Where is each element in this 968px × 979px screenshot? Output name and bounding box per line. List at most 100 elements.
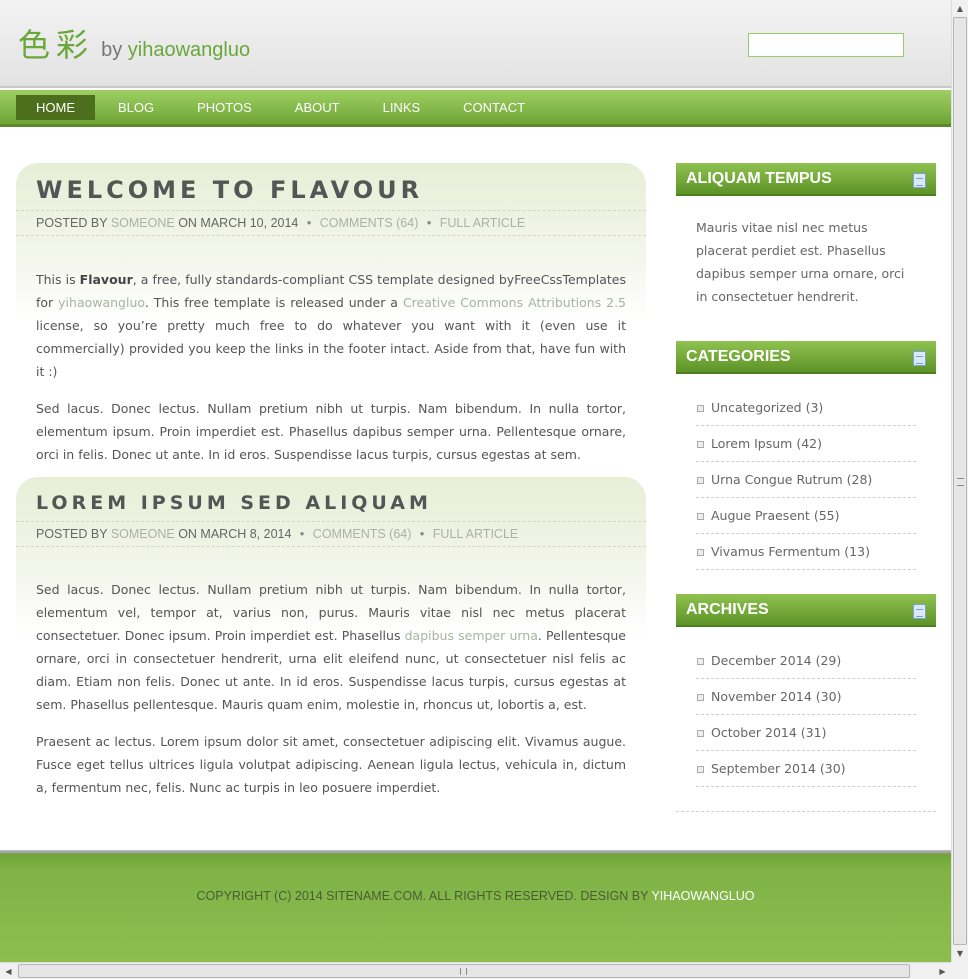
logo-byline: by yihaowangluo [101, 39, 250, 61]
nav-link-contact[interactable]: CONTACT [443, 95, 545, 120]
scrollbar-corner [951, 962, 968, 979]
document-icon [913, 351, 926, 366]
nav-item-blog[interactable]: BLOG [98, 95, 177, 120]
logo-chinese-text: 色彩 [18, 26, 95, 64]
archive-count: (30) [819, 761, 846, 776]
nav-link-blog[interactable]: BLOG [98, 95, 174, 120]
footer-text: COPYRIGHT (C) 2014 SITENAME.COM. ALL RIG… [196, 889, 652, 903]
posted-by-label: POSTED BY [36, 527, 108, 541]
post-meta: POSTED BY SOMEONE ON MARCH 10, 2014 • CO… [16, 210, 646, 236]
license-link[interactable]: Creative Commons Attributions 2.5 [403, 295, 626, 310]
site-logo[interactable]: 色彩 by yihaowangluo [18, 20, 250, 66]
archive-count: (29) [815, 653, 842, 668]
post-paragraph: Sed lacus. Donec lectus. Nullam pretium … [36, 401, 626, 462]
archive-item[interactable]: September 2014 (30) [696, 751, 916, 787]
scroll-left-arrow-icon[interactable]: ◀ [0, 963, 17, 979]
category-count: (28) [846, 472, 873, 487]
nav-item-about[interactable]: ABOUT [275, 95, 363, 120]
post-title[interactable]: WELCOME TO FLAVOUR [16, 163, 646, 210]
scroll-up-arrow-icon[interactable]: ▲ [952, 0, 968, 17]
post-body: This is Flavour, a free, fully standards… [16, 236, 646, 466]
archive-link[interactable]: September 2014 [711, 761, 816, 776]
text: This is [36, 272, 80, 287]
sidebar-heading-text: ALIQUAM TEMPUS [686, 170, 832, 187]
category-item[interactable]: Augue Praesent (55) [696, 498, 916, 534]
post-lorem-ipsum: LOREM IPSUM SED ALIQUAM POSTED BY SOMEON… [16, 477, 646, 813]
category-item[interactable]: Lorem Ipsum (42) [696, 426, 916, 462]
logo-by-word: by [101, 39, 123, 61]
sidebar-text: Mauris vitae nisl nec metus placerat per… [696, 220, 905, 304]
post-paragraph: This is Flavour, a free, fully standards… [36, 268, 626, 383]
scroll-right-arrow-icon[interactable]: ▶ [934, 963, 951, 979]
sidebar-heading-text: ARCHIVES [686, 601, 769, 618]
document-icon [913, 173, 926, 188]
full-article-link[interactable]: FULL ARTICLE [440, 216, 525, 230]
comments-link[interactable]: COMMENTS (64) [313, 527, 412, 541]
sidebar-box-aliquam: ALIQUAM TEMPUS Mauris vitae nisl nec met… [676, 163, 936, 308]
archive-count: (31) [800, 725, 827, 740]
archive-item[interactable]: October 2014 (31) [696, 715, 916, 751]
text: license, so you’re pretty much free to d… [36, 318, 626, 379]
nav-item-home[interactable]: HOME [16, 95, 98, 120]
vertical-scrollbar[interactable]: ▲ ▼ [951, 0, 968, 962]
category-count: (42) [796, 436, 822, 451]
sidebar-box-archives: ARCHIVES December 2014 (29) November 201… [676, 594, 936, 812]
nav-link-photos[interactable]: PHOTOS [177, 95, 272, 120]
post-body: Sed lacus. Donec lectus. Nullam pretium … [16, 547, 646, 799]
grip-icon [957, 478, 964, 486]
meta-separator: • [426, 216, 432, 230]
sidebar-heading: ARCHIVES [676, 594, 936, 627]
archive-link[interactable]: November 2014 [711, 689, 812, 704]
document-icon [913, 604, 926, 619]
posted-by-label: POSTED BY [36, 216, 108, 230]
sidebar-heading: ALIQUAM TEMPUS [676, 163, 936, 196]
sidebar-heading-text: CATEGORIES [686, 348, 791, 365]
post-meta: POSTED BY SOMEONE ON MARCH 8, 2014 • COM… [16, 521, 646, 547]
nav-item-links[interactable]: LINKS [363, 95, 444, 120]
site-header: 色彩 by yihaowangluo [0, 0, 951, 88]
full-article-link[interactable]: FULL ARTICLE [433, 527, 518, 541]
category-link[interactable]: Augue Praesent [711, 508, 810, 523]
category-item[interactable]: Uncategorized (3) [696, 390, 916, 426]
horizontal-scrollbar[interactable]: ◀ ▶ [0, 962, 951, 979]
category-count: (3) [805, 400, 824, 415]
horizontal-scroll-thumb[interactable] [18, 964, 910, 978]
nav-item-photos[interactable]: PHOTOS [177, 95, 275, 120]
search-input[interactable] [748, 33, 904, 57]
post-title[interactable]: LOREM IPSUM SED ALIQUAM [16, 477, 646, 521]
meta-separator: • [299, 527, 305, 541]
post-date: ON MARCH 8, 2014 [178, 527, 292, 541]
vertical-scroll-thumb[interactable] [953, 17, 967, 945]
footer-copyright: COPYRIGHT (C) 2014 SITENAME.COM. ALL RIG… [0, 889, 951, 903]
nav-link-links[interactable]: LINKS [363, 95, 441, 120]
inline-link[interactable]: yihaowangluo [58, 295, 145, 310]
author-link[interactable]: SOMEONE [111, 216, 175, 230]
footer-designer-link[interactable]: YIHAOWANGLUO [651, 889, 754, 903]
archive-link[interactable]: December 2014 [711, 653, 812, 668]
category-link[interactable]: Urna Congue Rutrum [711, 472, 843, 487]
archive-item[interactable]: November 2014 (30) [696, 679, 916, 715]
category-link[interactable]: Uncategorized [711, 400, 802, 415]
archive-link[interactable]: October 2014 [711, 725, 797, 740]
category-item[interactable]: Vivamus Fermentum (13) [696, 534, 916, 570]
sidebar-box-categories: CATEGORIES Uncategorized (3) Lorem Ipsum… [676, 341, 936, 570]
archive-item[interactable]: December 2014 (29) [696, 643, 916, 679]
nav-link-about[interactable]: ABOUT [275, 95, 360, 120]
logo-site-name: yihaowangluo [127, 39, 251, 61]
author-link[interactable]: SOMEONE [111, 527, 175, 541]
sidebar-heading: CATEGORIES [676, 341, 936, 374]
comments-link[interactable]: COMMENTS (64) [320, 216, 419, 230]
category-link[interactable]: Vivamus Fermentum [711, 544, 840, 559]
post-welcome: WELCOME TO FLAVOUR POSTED BY SOMEONE ON … [16, 163, 646, 480]
inline-link[interactable]: dapibus semper urna [405, 628, 538, 643]
text: . This free template is released under a [144, 295, 403, 310]
scroll-down-arrow-icon[interactable]: ▼ [952, 945, 968, 962]
category-item[interactable]: Urna Congue Rutrum (28) [696, 462, 916, 498]
nav-item-contact[interactable]: CONTACT [443, 95, 548, 120]
main-nav: HOME BLOG PHOTOS ABOUT LINKS CONTACT [0, 90, 951, 127]
category-count: (55) [813, 508, 840, 523]
category-link[interactable]: Lorem Ipsum [711, 436, 792, 451]
post-date: ON MARCH 10, 2014 [178, 216, 299, 230]
nav-link-home[interactable]: HOME [16, 95, 95, 120]
meta-separator: • [419, 527, 425, 541]
